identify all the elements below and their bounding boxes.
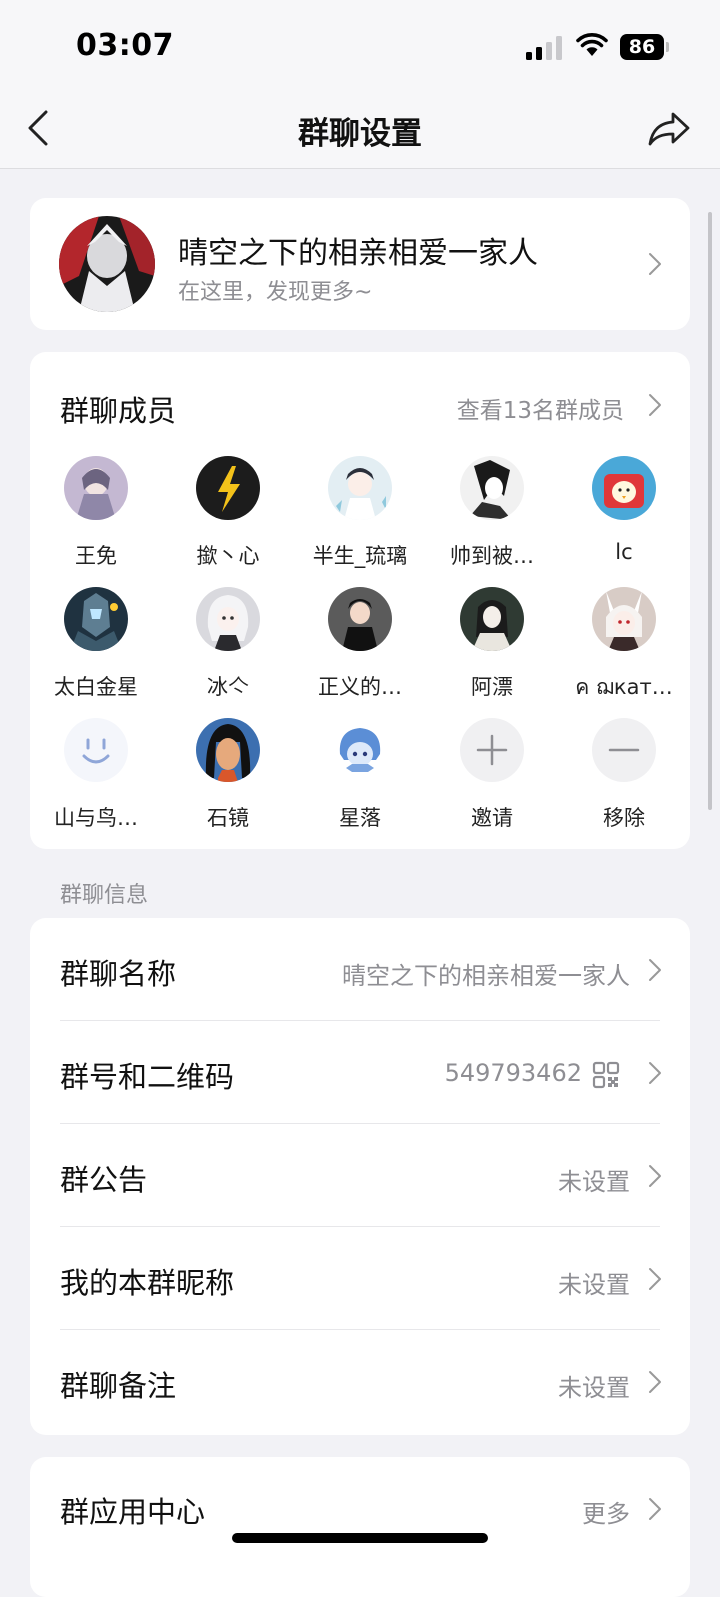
minus-icon <box>592 718 656 782</box>
member-avatar <box>328 456 392 520</box>
row-group-name[interactable]: 群聊名称 晴空之下的相亲相爱一家人 <box>30 918 690 1021</box>
row-value: 更多 <box>582 1500 630 1528</box>
row-label: 群聊名称 <box>60 957 177 991</box>
chevron-right-icon <box>649 1062 661 1084</box>
row-label: 群应用中心 <box>60 1495 206 1529</box>
share-icon[interactable] <box>644 104 694 152</box>
status-time: 03:07 <box>76 28 174 63</box>
row-value: 549793462 <box>444 1059 582 1087</box>
row-my-group-nickname[interactable]: 我的本群昵称 未设置 <box>30 1227 690 1330</box>
chevron-right-icon <box>649 1268 661 1290</box>
group-profile-card[interactable]: 晴空之下的相亲相爱一家人 在这里，发现更多~ <box>30 198 690 330</box>
member-item[interactable]: lc <box>558 456 690 566</box>
member-name: 冰亽 <box>207 675 249 699</box>
chevron-right-icon[interactable] <box>648 393 662 417</box>
invite-button[interactable]: 邀请 <box>426 718 558 830</box>
member-name: 阿漂 <box>471 675 513 699</box>
page-title: 群聊设置 <box>298 116 422 152</box>
member-item[interactable]: ค ฌкат… <box>558 587 690 699</box>
row-label: 群聊备注 <box>60 1369 177 1403</box>
member-avatar <box>592 587 656 651</box>
member-name: lc <box>615 540 633 564</box>
row-label: 群公告 <box>60 1163 148 1197</box>
group-subtitle: 在这里，发现更多~ <box>178 280 373 305</box>
member-item[interactable]: 王免 <box>30 456 162 568</box>
row-value: 未设置 <box>558 1168 630 1196</box>
chevron-right-icon <box>649 1165 661 1187</box>
row-value: 未设置 <box>558 1271 630 1299</box>
member-name: 撳丶心 <box>196 544 260 568</box>
battery-indicator: 86 <box>620 34 670 60</box>
navigation-bar: 群聊设置 <box>0 90 720 169</box>
member-name: 石镜 <box>207 806 249 830</box>
member-avatar <box>328 587 392 651</box>
member-item[interactable]: 山与鸟… <box>30 718 162 830</box>
members-card: 群聊成员 查看13名群成员 王免 撳丶心 半生_琉璃 帅到被… lc 太白金星 … <box>30 352 690 849</box>
member-avatar <box>196 718 260 782</box>
chevron-right-icon <box>649 959 661 981</box>
member-avatar <box>328 718 392 782</box>
member-item[interactable]: 半生_琉璃 <box>294 456 426 568</box>
member-item[interactable]: 石镜 <box>162 718 294 830</box>
member-name: 正义的… <box>318 675 402 699</box>
row-label: 我的本群昵称 <box>60 1266 235 1300</box>
group-info-card: 群聊名称 晴空之下的相亲相爱一家人 群号和二维码 549793462 群公告 未… <box>30 918 690 1435</box>
member-avatar <box>460 456 524 520</box>
member-avatar <box>592 456 656 520</box>
remove-button[interactable]: 移除 <box>558 718 690 830</box>
member-item[interactable]: 冰亽 <box>162 587 294 699</box>
view-all-members-link[interactable]: 查看13名群成员 <box>457 391 624 425</box>
row-label: 群号和二维码 <box>60 1060 235 1094</box>
chevron-right-icon <box>649 1498 661 1520</box>
remove-label: 移除 <box>603 806 645 830</box>
wifi-icon <box>576 33 608 56</box>
member-name: 太白金星 <box>54 675 138 699</box>
member-name: 帅到被… <box>450 544 534 568</box>
cellular-signal-icon <box>526 36 566 60</box>
member-item[interactable]: 正义的… <box>294 587 426 699</box>
member-name: ค ฌкат… <box>575 675 673 699</box>
row-group-announcement[interactable]: 群公告 未设置 <box>30 1124 690 1227</box>
battery-level: 86 <box>620 34 664 60</box>
qr-code-icon <box>592 1061 620 1089</box>
member-avatar <box>64 456 128 520</box>
home-indicator[interactable] <box>232 1533 488 1543</box>
group-apps-card[interactable]: 群应用中心 更多 <box>30 1457 690 1597</box>
member-item[interactable]: 阿漂 <box>426 587 558 699</box>
member-name: 王免 <box>75 544 117 568</box>
row-group-number-qrcode[interactable]: 群号和二维码 549793462 <box>30 1021 690 1124</box>
member-avatar <box>64 718 128 782</box>
plus-icon <box>460 718 524 782</box>
chevron-right-icon <box>649 1371 661 1393</box>
member-avatar <box>196 587 260 651</box>
member-avatar <box>196 456 260 520</box>
member-name: 半生_琉璃 <box>312 544 408 568</box>
section-label-group-info: 群聊信息 <box>60 883 149 908</box>
member-avatar <box>460 587 524 651</box>
group-name: 晴空之下的相亲相爱一家人 <box>178 236 538 271</box>
member-item[interactable]: 太白金星 <box>30 587 162 699</box>
row-value: 未设置 <box>558 1374 630 1402</box>
scrollbar[interactable] <box>708 212 712 810</box>
invite-label: 邀请 <box>471 806 513 830</box>
member-item[interactable]: 撳丶心 <box>162 456 294 568</box>
chevron-right-icon <box>649 253 661 275</box>
row-value: 晴空之下的相亲相爱一家人 <box>342 962 630 990</box>
member-avatar <box>64 587 128 651</box>
member-name: 星落 <box>339 806 381 830</box>
row-group-remark[interactable]: 群聊备注 未设置 <box>30 1330 690 1433</box>
members-title: 群聊成员 <box>60 394 177 428</box>
member-name: 山与鸟… <box>54 806 138 830</box>
member-item[interactable]: 帅到被… <box>426 456 558 568</box>
member-item[interactable]: 星落 <box>294 718 426 830</box>
row-group-app-center[interactable]: 群应用中心 更多 <box>30 1457 690 1560</box>
status-bar: 03:07 86 <box>0 0 720 90</box>
group-avatar <box>59 216 155 312</box>
